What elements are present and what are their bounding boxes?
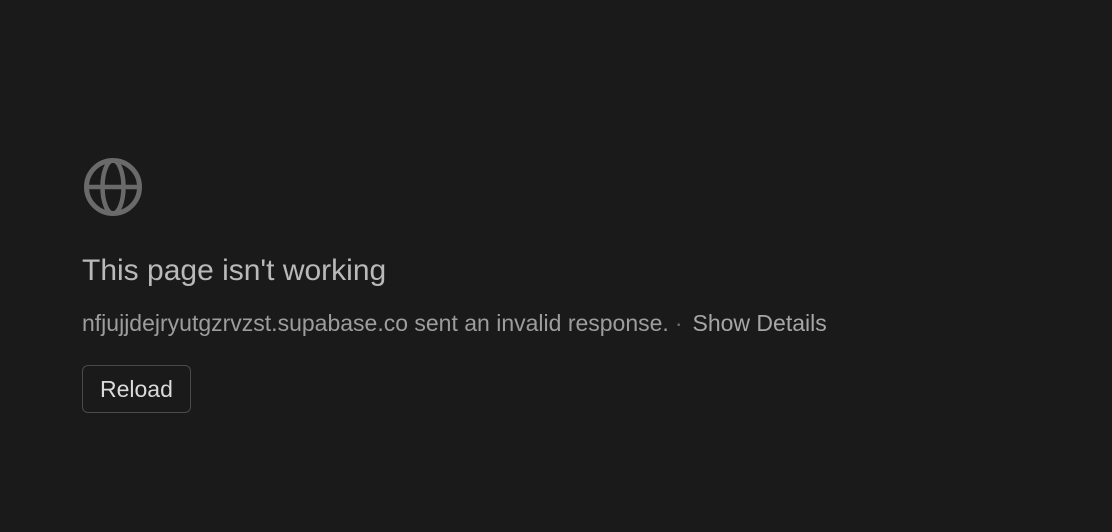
separator-dot: · [674, 310, 683, 336]
error-panel: This page isn't working nfjujjdejryutgzr… [82, 156, 1042, 413]
globe-icon [84, 158, 142, 216]
reload-button[interactable]: Reload [82, 365, 191, 413]
error-message-line: nfjujjdejryutgzrvzst.supabase.co sent an… [82, 309, 1042, 337]
error-page: This page isn't working nfjujjdejryutgzr… [0, 0, 1112, 532]
error-message: nfjujjdejryutgzrvzst.supabase.co sent an… [82, 310, 669, 336]
show-details-link[interactable]: Show Details [693, 310, 827, 336]
error-title: This page isn't working [82, 254, 387, 287]
